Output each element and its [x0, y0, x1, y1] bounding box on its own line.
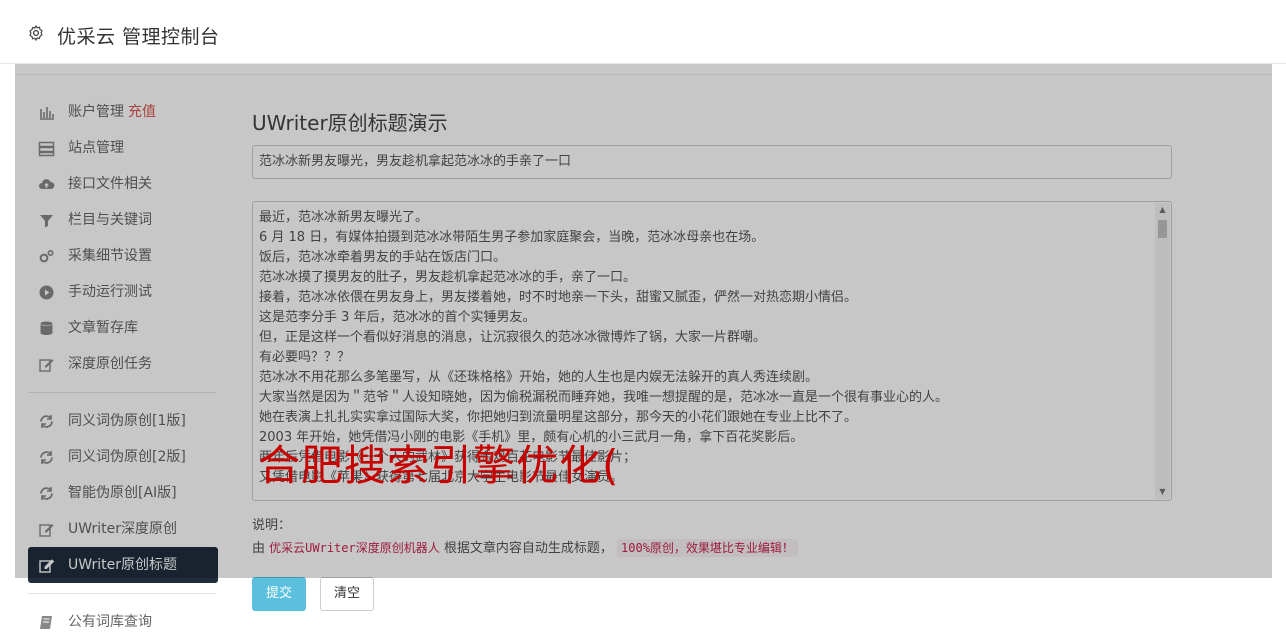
- desc-prefix: 由: [252, 541, 266, 556]
- sidebar-item-label: 站点管理: [68, 140, 124, 156]
- filter-icon: [38, 212, 55, 229]
- edit-icon: [38, 557, 55, 574]
- app-title: 优采云 管理控制台: [57, 26, 220, 48]
- sidebar-item-synonym-v2[interactable]: 同义词伪原创[2版]: [28, 439, 218, 475]
- article-line: 6 月 18 日，有媒体拍摄到范冰冰带陌生男子参加家庭聚会，当晚，范冰冰母亲也在…: [259, 230, 765, 245]
- sidebar-item-label: 公有词库查询: [68, 614, 152, 630]
- sidebar-item-public-lexicon[interactable]: 公有词库查询: [28, 604, 218, 640]
- sidebar-divider: [28, 593, 216, 594]
- sidebar-divider: [28, 392, 216, 393]
- scroll-down-icon[interactable]: ▼: [1155, 485, 1170, 499]
- edit-icon: [38, 521, 55, 538]
- sidebar-item-label: 栏目与关键词: [68, 212, 152, 228]
- main-body: 账户管理 充值 站点管理 接口文件相关 栏目与关键词 采集细节设置 手动运行测试…: [15, 64, 1272, 642]
- sidebar-item-label: UWriter原创标题: [68, 557, 177, 573]
- sidebar-item-article-store[interactable]: 文章暂存库: [28, 310, 218, 346]
- sidebar-item-label: 同义词伪原创[2版]: [68, 449, 186, 465]
- clear-button[interactable]: 清空: [320, 577, 374, 611]
- article-line: 范冰冰不用花那么多笔墨写，从《还珠格格》开始，她的人生也是内娱无法躲开的真人秀连…: [259, 370, 819, 385]
- sidebar-item-account[interactable]: 账户管理 充值: [28, 94, 218, 130]
- sidebar-item-label: UWriter深度原创: [68, 521, 177, 537]
- gears-icon: [38, 248, 55, 265]
- article-line: 但，正是这样一个看似好消息的消息，让沉寂很久的范冰冰微博炸了锅，大家一片群嘲。: [259, 330, 767, 345]
- article-line: 饭后，范冰冰牵着男友的手站在饭店门口。: [259, 250, 507, 265]
- article-scrollbar[interactable]: ▲ ▼: [1155, 203, 1170, 499]
- sidebar-item-label: 账户管理: [68, 104, 124, 120]
- overlay-divider: [15, 74, 1272, 75]
- article-line: 有必要吗？？？: [259, 350, 351, 365]
- article-line: 接着，范冰冰依偎在男友身上，男友搂着她，时不时地亲一下头，甜蜜又腻歪，俨然一对热…: [259, 290, 858, 305]
- sidebar-item-label: 同义词伪原创[1版]: [68, 413, 186, 429]
- refresh-icon: [38, 449, 55, 466]
- recharge-link[interactable]: 充值: [128, 104, 156, 120]
- sidebar-item-sites[interactable]: 站点管理: [28, 130, 218, 166]
- sidebar-item-synonym-v1[interactable]: 同义词伪原创[1版]: [28, 403, 218, 439]
- sidebar-item-columns-keywords[interactable]: 栏目与关键词: [28, 202, 218, 238]
- scroll-up-icon[interactable]: ▲: [1155, 203, 1170, 217]
- article-line: 她在表演上扎扎实实拿过国际大奖，你把她归到流量明星这部分，那今天的小花们跟她在专…: [259, 410, 858, 425]
- article-line: 范冰冰摸了摸男友的肚子，男友趁机拿起范冰冰的手，亲了一口。: [259, 270, 637, 285]
- page-title: UWriter原创标题演示: [252, 111, 448, 135]
- refresh-icon: [38, 485, 55, 502]
- desc-highlight: 100%原创，效果堪比专业编辑！: [617, 539, 798, 557]
- sidebar-item-label: 文章暂存库: [68, 320, 138, 336]
- sidebar-item-interface-files[interactable]: 接口文件相关: [28, 166, 218, 202]
- article-line: 最近，范冰冰新男友曝光了。: [259, 210, 429, 225]
- bar-chart-icon: [38, 104, 55, 121]
- book-icon: [38, 614, 55, 631]
- watermark-text: 合肥搜索引擎优化(: [258, 441, 620, 490]
- edit-icon: [38, 356, 55, 373]
- desc-mid: 根据文章内容自动生成标题，: [443, 541, 613, 556]
- sidebar-item-uwriter-deep[interactable]: UWriter深度原创: [28, 511, 218, 547]
- scroll-thumb[interactable]: [1158, 220, 1167, 238]
- submit-button[interactable]: 提交: [252, 577, 306, 611]
- description-text: 由 优采云UWriter深度原创机器人 根据文章内容自动生成标题， 100%原创…: [252, 537, 798, 557]
- top-header: 优采云 管理控制台: [0, 0, 1286, 64]
- sidebar-item-label: 深度原创任务: [68, 356, 152, 372]
- refresh-icon: [38, 413, 55, 430]
- article-textarea[interactable]: 最近，范冰冰新男友曝光了。 6 月 18 日，有媒体拍摄到范冰冰带陌生男子参加家…: [252, 201, 1172, 501]
- sidebar-item-label: 接口文件相关: [68, 176, 152, 192]
- sidebar-item-label: 采集细节设置: [68, 248, 152, 264]
- play-circle-icon: [38, 284, 55, 301]
- server-icon: [38, 140, 55, 157]
- database-icon: [38, 320, 55, 337]
- sidebar: 账户管理 充值 站点管理 接口文件相关 栏目与关键词 采集细节设置 手动运行测试…: [28, 94, 218, 640]
- sidebar-item-manual-test[interactable]: 手动运行测试: [28, 274, 218, 310]
- title-input[interactable]: 范冰冰新男友曝光，男友趁机拿起范冰冰的手亲了一口: [252, 145, 1172, 179]
- sidebar-item-uwriter-title[interactable]: UWriter原创标题: [28, 547, 218, 583]
- sidebar-item-smart-ai[interactable]: 智能伪原创[AI版]: [28, 475, 218, 511]
- sidebar-item-label: 智能伪原创[AI版]: [68, 485, 177, 501]
- article-line: 大家当然是因为＂范爷＂人设知晓她，因为偷税漏税而睡弃她，我唯一想提醒的是，范冰冰…: [259, 390, 949, 405]
- sidebar-item-deep-original-task[interactable]: 深度原创任务: [28, 346, 218, 382]
- description-label: 说明：: [252, 518, 292, 533]
- sidebar-item-collect-settings[interactable]: 采集细节设置: [28, 238, 218, 274]
- gear-icon: [27, 24, 45, 42]
- sidebar-item-label: 手动运行测试: [68, 284, 152, 300]
- desc-robot-name: 优采云UWriter深度原创机器人: [269, 541, 440, 555]
- cloud-upload-icon: [38, 176, 55, 193]
- article-line: 这是范李分手 3 年后，范冰冰的首个实锤男友。: [259, 310, 536, 325]
